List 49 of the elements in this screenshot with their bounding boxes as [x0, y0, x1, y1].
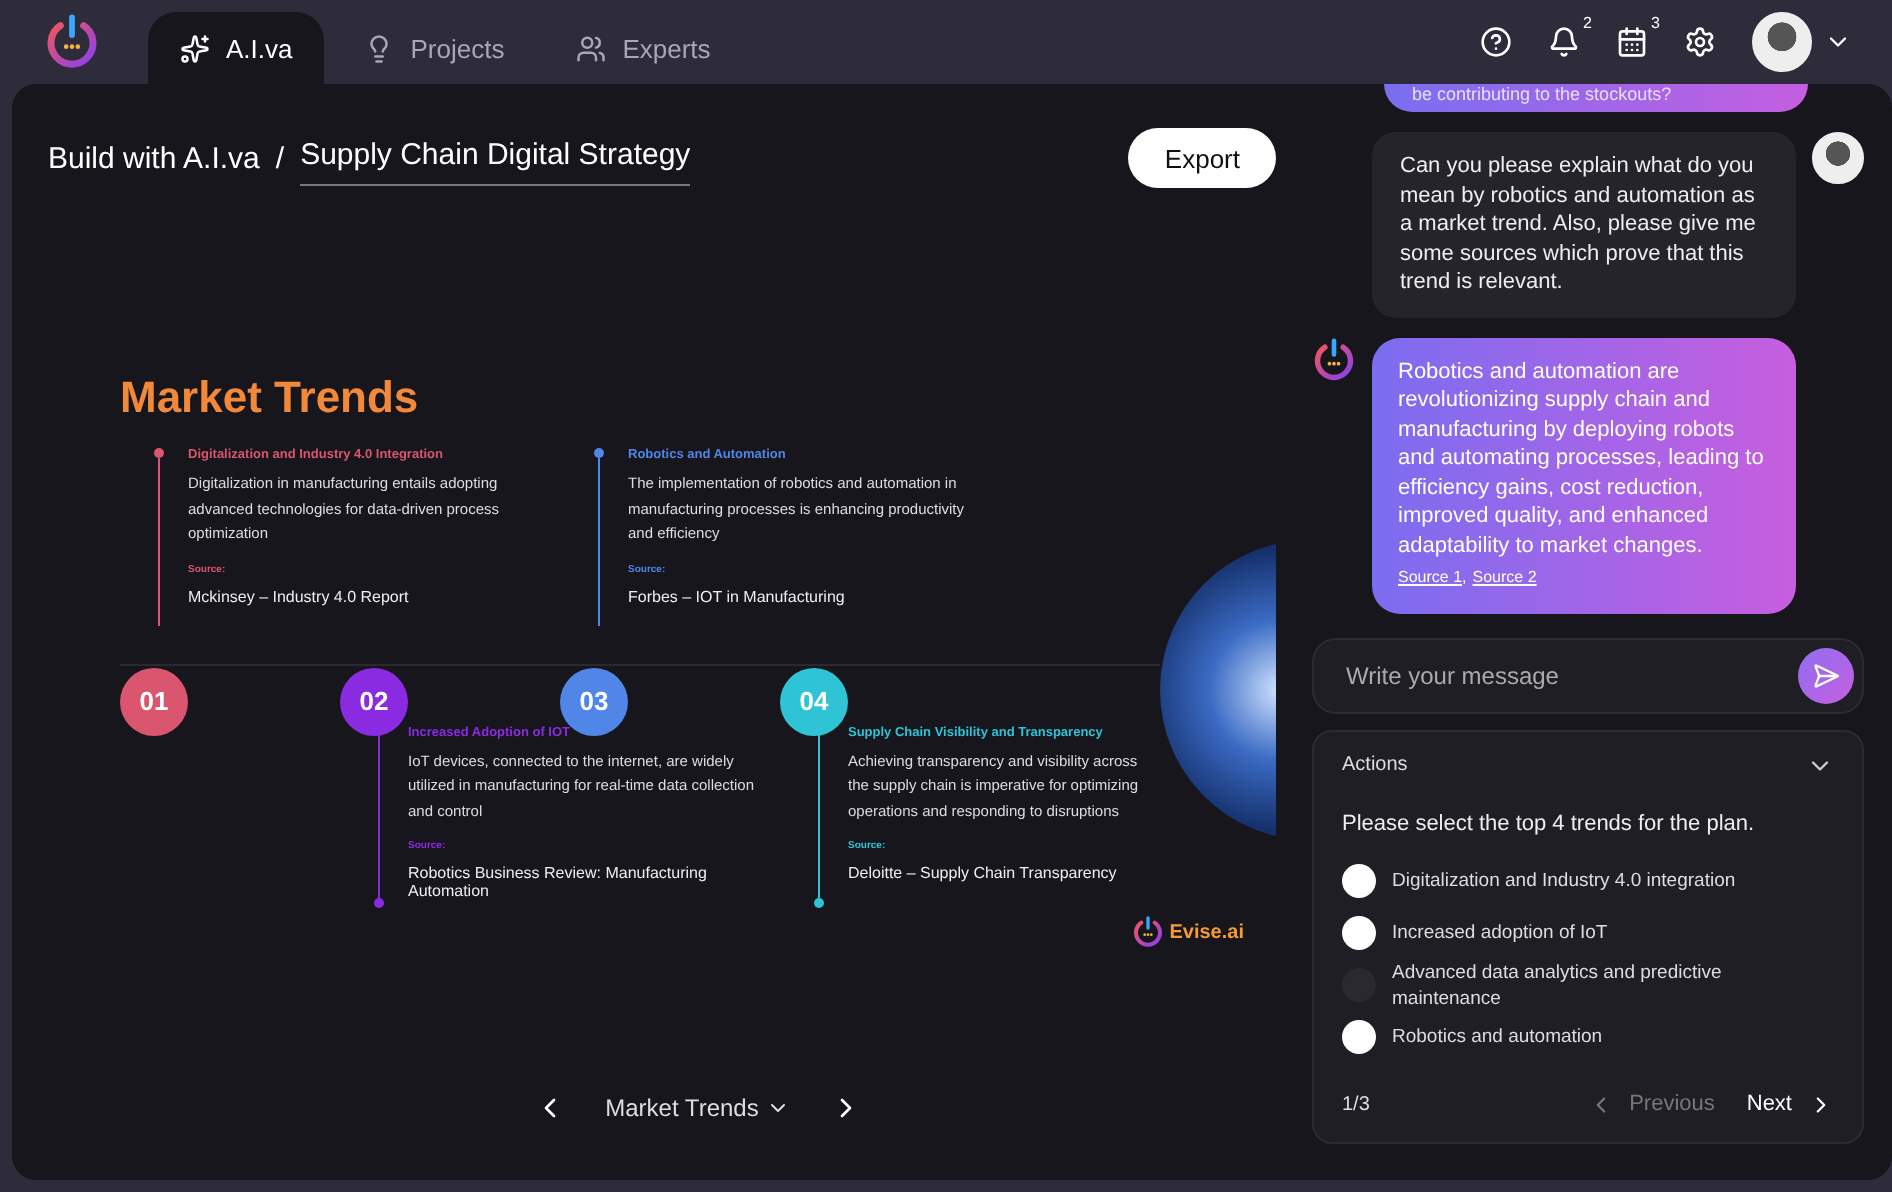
user-message: Can you please explain what do you mean by robotics and automation as a market trend. Also, please give me some sources which prove that this trend is relevant. [1372, 132, 1796, 317]
trend-source: Robotics Business Review: Manufacturing Automation [408, 864, 709, 900]
export-button[interactable]: Export [1128, 128, 1276, 188]
user-avatar[interactable] [1752, 12, 1812, 72]
option-label: Digitalization and Industry 4.0 integration [1392, 868, 1736, 894]
nav-tab[interactable]: Experts [544, 12, 743, 84]
step-number: 02 [340, 667, 408, 735]
settings-icon[interactable] [1684, 26, 1716, 58]
app-logo [44, 14, 100, 70]
option-label: Advanced data analytics and predictive maintenance [1392, 959, 1724, 1011]
brand-name: Evise.ai [1169, 921, 1244, 943]
option-radio[interactable] [1342, 864, 1376, 898]
assistant-logo-icon [1312, 337, 1356, 381]
slide-selector[interactable]: Market Trends [593, 1094, 803, 1122]
send-icon [1812, 661, 1840, 689]
ai-message-text: Robotics and automation are revolutionizing supply chain and manufacturing by deploying robots and automating processes, leading to efficiency gains, cost reduction, improved quality, and enhanced adaptability to market changes. [1398, 359, 1764, 557]
message-field[interactable]: Write your message [1312, 637, 1864, 713]
calendar-count: 3 [1651, 14, 1660, 32]
step-number: 04 [780, 667, 848, 735]
brand-logo-icon [1131, 916, 1164, 948]
ai-message: be contributing to the stockouts? [1384, 84, 1808, 112]
step-number: 01 [120, 667, 188, 735]
project-name-field[interactable]: Supply Chain Digital Strategy [300, 130, 691, 186]
trend-source: Deloitte – Supply Chain Transparency [848, 864, 1119, 882]
option-radio[interactable] [1342, 1020, 1376, 1054]
card-title: Actions [1342, 754, 1408, 776]
link-separator: , [1462, 566, 1467, 590]
users-icon [576, 33, 607, 63]
breadcrumb-link[interactable]: Build with A.I.va [48, 141, 260, 175]
sparkle-icon [180, 33, 210, 63]
source-link[interactable]: Source 1 [1398, 564, 1463, 593]
trend-source: Mckinsey – Industry 4.0 Report [188, 587, 411, 605]
help-icon[interactable] [1480, 26, 1512, 58]
next-button[interactable]: Next [1746, 1091, 1834, 1117]
notification-count: 2 [1583, 14, 1592, 32]
question-text: Please select the top 4 trends for the plan. [1342, 811, 1757, 835]
nav-tab[interactable]: A.I.va [148, 12, 325, 84]
option-label: Increased adoption of IoT [1392, 920, 1608, 946]
nav-tab[interactable]: Projects [332, 12, 537, 84]
option-label: Robotics and automation [1392, 1024, 1603, 1050]
slide-title: Market Trends [120, 372, 421, 424]
breadcrumb-separator: / [275, 141, 285, 175]
page-counter: 1/3 [1342, 1093, 1370, 1115]
send-button[interactable] [1798, 647, 1854, 703]
user-avatar [1812, 132, 1864, 184]
option-radio[interactable] [1342, 916, 1376, 950]
trend-source: Forbes – IOT in Manufacturing [628, 587, 847, 605]
source-link[interactable]: Source 2 [1472, 564, 1537, 593]
message-input[interactable]: Write your message [1342, 659, 1798, 691]
